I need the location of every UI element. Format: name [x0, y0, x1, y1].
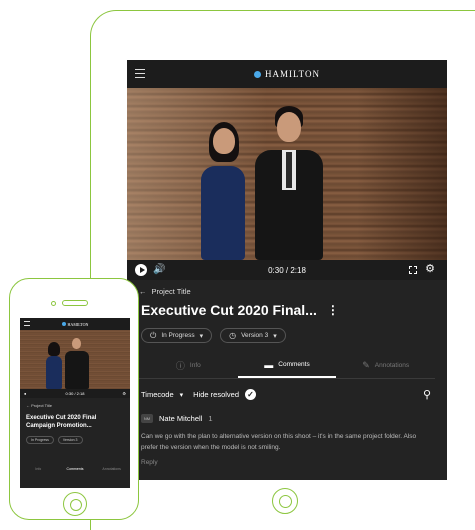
mobile-tab-comments[interactable]: Comments: [57, 464, 94, 474]
mobile-player-controls: ● 0:30 / 2:18 ⚙: [20, 389, 130, 398]
playback-time: 0:30 / 2:18: [268, 266, 306, 275]
clock-icon: ◷: [229, 331, 237, 340]
pencil-icon: ✎: [362, 360, 370, 370]
phone-home-button: [63, 492, 87, 516]
mobile-brand-logo: HAMILTON: [61, 321, 89, 327]
fullscreen-icon[interactable]: [409, 266, 417, 274]
video-subject-man: [277, 112, 301, 142]
mobile-back-label: Project Title: [31, 403, 53, 408]
play-icon[interactable]: [135, 264, 147, 276]
mobile-page-title: Executive Cut 2020 Final Campaign Promot…: [26, 415, 97, 429]
volume-icon[interactable]: 🔊: [153, 265, 165, 275]
comment-filters: Timecode ▾ Hide resolved ✓ ⚲: [127, 379, 447, 401]
comment-icon: ▬: [264, 359, 274, 370]
mobile-tab-bar: Info Comments Annotations: [20, 464, 130, 474]
mobile-video-frame[interactable]: [20, 330, 130, 389]
avatar: NM: [141, 414, 153, 423]
mobile-status-dropdown[interactable]: In Progress: [26, 436, 54, 444]
mobile-tab-info[interactable]: Info: [20, 464, 57, 474]
comment-item: NM Nate Mitchell 1 Can we go with the pl…: [127, 400, 447, 466]
brand-name: HAMILTON: [264, 69, 320, 79]
phone-speaker: [62, 300, 88, 306]
tab-annotations-label: Annotations: [374, 362, 410, 369]
version-dropdown[interactable]: ◷ Version 3 ▾: [220, 328, 286, 343]
player-controls: 🔊 0:30 / 2:18 ⚙: [127, 260, 447, 280]
page-title: Executive Cut 2020 Final...: [141, 302, 317, 318]
tab-comments[interactable]: ▬ Comments: [237, 353, 337, 378]
info-icon: ⓘ: [175, 361, 185, 371]
search-icon[interactable]: ⚲: [423, 388, 431, 401]
video-frame[interactable]: [127, 88, 447, 260]
video-subject-woman-dress: [201, 166, 245, 260]
mobile-app-bar: HAMILTON: [20, 318, 130, 330]
mobile-tab-annotations[interactable]: Annotations: [93, 464, 130, 474]
video-subject-woman: [213, 128, 235, 154]
back-link-label: Project Title: [151, 287, 191, 296]
back-arrow-icon: ←: [26, 403, 30, 408]
mobile-playback-time: 0:30 / 2:18: [65, 391, 85, 396]
tablet-home-button: [272, 488, 298, 514]
tablet-screen: HAMILTON 🔊 0:30 / 2:18 ⚙ ← Project Title…: [127, 60, 447, 480]
app-bar: HAMILTON: [127, 60, 447, 88]
comment-text: Can we go with the plan to alternative v…: [141, 433, 417, 451]
comment-header: NM Nate Mitchell 1: [141, 414, 433, 423]
mobile-gear-icon[interactable]: ⚙: [122, 391, 126, 396]
mobile-brand-name: HAMILTON: [67, 321, 89, 327]
phone-screen: HAMILTON ● 0:30 / 2:18 ⚙ ← Project Title…: [20, 318, 130, 488]
menu-icon[interactable]: [135, 69, 145, 78]
check-icon[interactable]: ✓: [245, 389, 257, 400]
brand-shield-icon: [253, 70, 261, 78]
tab-info-label: Info: [189, 362, 201, 369]
chevron-down-icon[interactable]: ▾: [180, 391, 184, 399]
chevron-down-icon: ▾: [273, 332, 277, 340]
kebab-menu-icon[interactable]: ⋮: [327, 303, 339, 317]
tab-bar: ⓘ Info ▬ Comments ✎ Annotations: [139, 353, 435, 379]
reply-button[interactable]: Reply: [141, 459, 433, 466]
tab-comments-label: Comments: [278, 361, 310, 368]
comment-author: Nate Mitchell: [159, 414, 203, 423]
back-link[interactable]: ← Project Title: [127, 280, 447, 296]
project-title-row: Executive Cut 2020 Final... ⋮: [127, 296, 447, 318]
status-dropdown[interactable]: ⏻ In Progress ▾: [141, 328, 213, 343]
mobile-status-chips: In Progress Version 3: [20, 430, 130, 444]
comment-count: 1: [208, 414, 213, 423]
status-chips: ⏻ In Progress ▾ ◷ Version 3 ▾: [127, 318, 447, 343]
brand-shield-icon: [61, 322, 66, 326]
version-label: Version 3: [241, 332, 269, 339]
tab-info[interactable]: ⓘ Info: [139, 353, 238, 378]
phone-camera: [51, 301, 56, 306]
mobile-version-dropdown[interactable]: Version 3: [57, 436, 83, 444]
timecode-sort[interactable]: Timecode: [141, 390, 174, 399]
hide-resolved-toggle[interactable]: Hide resolved: [193, 390, 239, 399]
back-arrow-icon: ←: [139, 287, 147, 296]
mobile-menu-icon[interactable]: [24, 321, 30, 326]
progress-icon: ⏻: [150, 330, 157, 340]
tab-annotations[interactable]: ✎ Annotations: [336, 353, 435, 378]
status-label: In Progress: [161, 332, 195, 339]
gear-icon[interactable]: ⚙: [425, 264, 435, 275]
chevron-down-icon: ▾: [199, 332, 204, 340]
mobile-back-link[interactable]: ← Project Title: [20, 398, 130, 408]
brand-logo: HAMILTON: [253, 69, 320, 79]
